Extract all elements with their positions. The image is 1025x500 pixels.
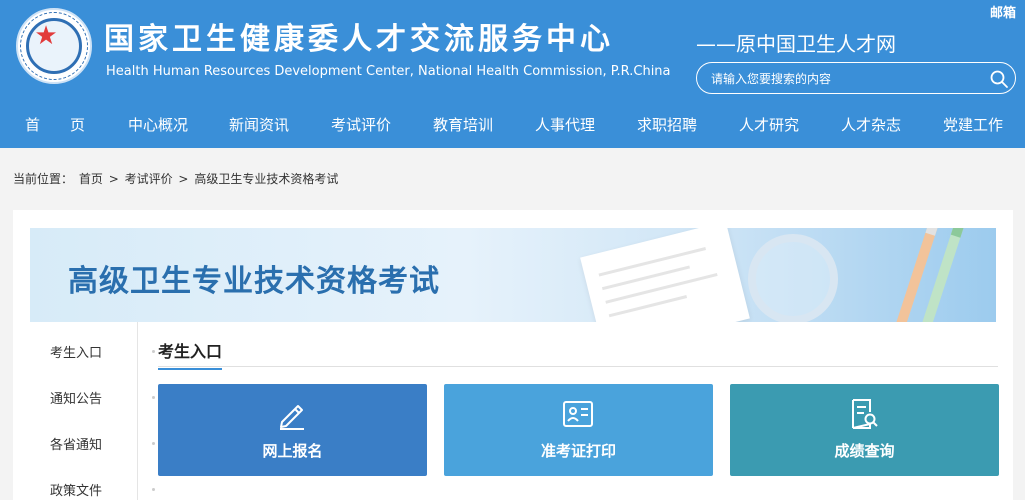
nav-item-about[interactable]: 中心概况 [128,114,188,135]
tile-label: 准考证打印 [540,442,616,460]
breadcrumb-current[interactable]: 高级卫生专业技术资格考试 [194,172,338,186]
breadcrumb-home[interactable]: 首页 [79,172,103,186]
breadcrumb-separator: > [178,172,189,186]
site-title: 国家卫生健康委人才交流服务中心 [104,22,614,57]
admission-ticket-print-button[interactable]: 准考证打印 [444,384,713,476]
pencil-icon [280,405,304,430]
score-query-button[interactable]: 成绩查询 [730,384,999,476]
online-registration-button[interactable]: 网上报名 [158,384,427,476]
sidebar-dot [152,396,155,399]
mail-link[interactable]: 邮箱 [990,2,1016,21]
former-name: ——原中国卫生人才网 [696,32,896,56]
nav-item-research[interactable]: 人才研究 [739,114,799,135]
sidebar-item-provincial-notices[interactable]: 各省通知 [50,434,102,453]
breadcrumb-prefix: 当前位置： [13,172,74,186]
search-box [696,62,1016,94]
content-panel: 高级卫生专业技术资格考试 考生入口 通知公告 各省通知 政策文件 考生入口 网上… [13,210,1013,500]
sidebar-dot [152,442,155,445]
sidebar-dot [152,488,155,491]
site-subtitle: Health Human Resources Development Cente… [106,64,671,79]
section-divider [158,366,998,367]
sidebar-dot [152,350,155,353]
nav-item-magazine[interactable]: 人才杂志 [841,114,901,135]
star-icon: ★ [34,21,58,51]
nav-item-home[interactable]: 首 页 [25,114,85,135]
emblem-logo-icon[interactable]: ★ [16,8,92,84]
nav-item-party[interactable]: 党建工作 [943,114,1003,135]
breadcrumb-exams[interactable]: 考试评价 [125,172,173,186]
sidebar-item-candidate-entry[interactable]: 考生入口 [50,342,102,361]
nav-item-personnel-agency[interactable]: 人事代理 [535,114,595,135]
search-icon[interactable] [989,69,1009,89]
nav-item-exams[interactable]: 考试评价 [331,114,391,135]
sidebar: 考生入口 通知公告 各省通知 政策文件 [30,322,155,500]
banner-title: 高级卫生专业技术资格考试 [68,264,440,299]
search-input[interactable] [711,69,971,89]
nav-item-news[interactable]: 新闻资讯 [229,114,289,135]
paper-line [605,272,718,304]
main-nav: 首 页 中心概况 新闻资讯 考试评价 教育培训 人事代理 求职招聘 人才研究 人… [0,104,1025,144]
site-header: ★ 国家卫生健康委人才交流服务中心 Health Human Resources… [0,0,1025,148]
nav-item-jobs[interactable]: 求职招聘 [637,114,697,135]
tile-label: 网上报名 [262,442,323,460]
id-card-icon [563,401,593,427]
tile-label: 成绩查询 [834,442,895,460]
breadcrumb-separator: > [108,172,119,186]
document-search-icon [852,399,878,429]
paper-illustration [580,228,750,322]
magnifier-illustration [748,234,838,322]
nav-item-training[interactable]: 教育培训 [433,114,493,135]
page-banner: 高级卫生专业技术资格考试 [30,228,996,322]
sidebar-item-notices[interactable]: 通知公告 [50,388,102,407]
breadcrumb: 当前位置： 首页 > 考试评价 > 高级卫生专业技术资格考试 [13,170,340,187]
sidebar-item-policy-documents[interactable]: 政策文件 [50,480,102,499]
paper-line [598,247,707,277]
